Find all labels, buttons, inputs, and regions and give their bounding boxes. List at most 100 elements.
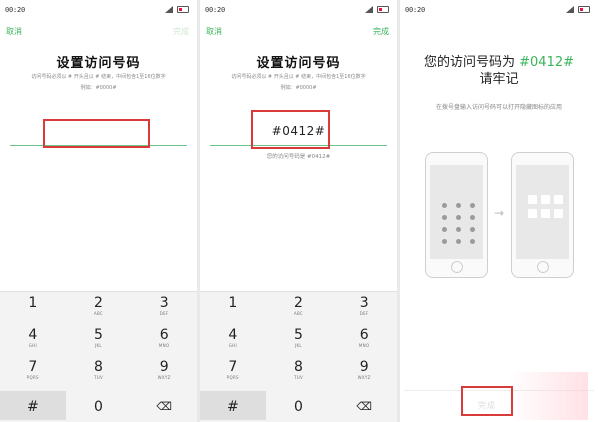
result-code: #0412# xyxy=(519,55,575,70)
key-0[interactable]: 0 xyxy=(266,391,332,420)
result-title-prefix: 您的访问号码为 xyxy=(423,55,515,70)
key-digit: 5 xyxy=(94,327,103,343)
key-5[interactable]: 5 JKL xyxy=(266,327,332,357)
key-letters xyxy=(200,311,266,316)
key-1[interactable]: 1 xyxy=(0,295,66,325)
key-digit: 4 xyxy=(228,327,238,343)
app-tile-icon xyxy=(541,195,550,204)
backspace-icon: ⌫ xyxy=(356,400,372,413)
backspace-icon: ⌫ xyxy=(156,400,172,413)
code-input-field[interactable] xyxy=(251,110,330,149)
battery-level xyxy=(580,8,583,11)
key-letters: TUV xyxy=(293,375,303,380)
key-4[interactable]: 4 GHI xyxy=(0,327,66,357)
key-letters: TUV xyxy=(93,375,103,380)
phone-screen xyxy=(430,165,483,259)
dial-dot xyxy=(470,227,475,232)
key-6[interactable]: 6 MNO xyxy=(331,327,397,357)
status-time: 00:20 xyxy=(405,6,426,14)
key-0[interactable]: 0 xyxy=(66,391,132,420)
status-time: 00:20 xyxy=(205,6,226,14)
status-bar: 00:20 xyxy=(0,0,197,20)
app-tile-icon xyxy=(528,209,537,218)
key-letters: JKL xyxy=(295,343,302,348)
watermark-fade xyxy=(508,372,588,420)
key-digit: 1 xyxy=(28,295,38,311)
key-9[interactable]: 9 WXYZ xyxy=(331,359,397,389)
key-digit: 0 xyxy=(94,399,103,415)
screen-code-confirmed: 00:20 您的访问号码为 #0412# 请牢记 在拨号盘输入访问号码可以打开隐… xyxy=(400,0,598,422)
key-8[interactable]: 8 TUV xyxy=(66,359,132,389)
signal-icon xyxy=(165,6,173,13)
code-input-field[interactable] xyxy=(43,119,150,148)
dial-keypad: 1 2 ABC 3 DEF 4 GHI 5 JKL 6 MNO 7 PQRS 8 TUV 9 WXYZ #0 ⌫ xyxy=(0,291,197,422)
key-letters xyxy=(0,311,66,316)
key-5[interactable]: 5 JKL xyxy=(66,327,132,357)
key-digit: # xyxy=(26,399,39,415)
key-digit: # xyxy=(226,399,239,415)
status-icons xyxy=(165,5,191,14)
key-letters: ABC xyxy=(93,311,104,316)
dial-dot xyxy=(442,215,447,220)
cancel-button[interactable]: 取消 xyxy=(6,26,22,37)
backspace-key[interactable]: ⌫ xyxy=(131,391,197,420)
key-2[interactable]: 2 ABC xyxy=(266,295,332,325)
dial-dot xyxy=(442,227,447,232)
dial-dot xyxy=(456,227,461,232)
key-digit: 9 xyxy=(359,359,369,375)
dial-dot xyxy=(442,239,447,244)
dial-keypad: 1 2 ABC 3 DEF 4 GHI 5 JKL 6 MNO 7 PQRS 8 TUV 9 WXYZ #0 ⌫ xyxy=(200,291,397,422)
key-1[interactable]: 1 xyxy=(200,295,266,325)
key-digit: 6 xyxy=(359,327,369,343)
done-button[interactable]: 完成 xyxy=(173,26,189,37)
key-letters: MNO xyxy=(158,343,170,348)
result-title: 您的访问号码为 #0412# xyxy=(400,54,598,71)
key-hash[interactable]: # xyxy=(0,391,66,420)
dial-dot xyxy=(470,215,475,220)
key-letters: WXYZ xyxy=(157,375,171,380)
key-letters: DEF xyxy=(359,311,369,316)
phone-dialpad-illustration xyxy=(425,152,488,278)
key-letters: WXYZ xyxy=(357,375,371,380)
signal-icon xyxy=(365,6,373,13)
status-time: 00:20 xyxy=(5,6,26,14)
page-title: 设置访问号码 xyxy=(256,56,341,71)
dial-dot xyxy=(456,203,461,208)
done-highlight-box xyxy=(461,386,513,416)
key-digit: 5 xyxy=(294,327,303,343)
cancel-button[interactable]: 取消 xyxy=(206,26,222,37)
key-3[interactable]: 3 DEF xyxy=(331,295,397,325)
key-7[interactable]: 7 PQRS xyxy=(200,359,266,389)
key-letters: PQRS xyxy=(226,375,239,380)
phone-screen xyxy=(516,165,569,259)
key-7[interactable]: 7 PQRS xyxy=(0,359,66,389)
key-3[interactable]: 3 DEF xyxy=(131,295,197,325)
example-hint: 例如：#0000# xyxy=(80,85,117,91)
key-letters: PQRS xyxy=(26,375,39,380)
key-letters: DEF xyxy=(159,311,169,316)
key-digit: 1 xyxy=(228,295,238,311)
signal-icon xyxy=(566,6,574,13)
app-tile-icon xyxy=(554,209,563,218)
phone-apps-illustration xyxy=(511,152,574,278)
format-hint: 访问号码必须以 # 开头且以 # 结束，中间包含1至16位数字 xyxy=(31,74,166,80)
status-bar: 00:20 xyxy=(200,0,397,20)
key-hash[interactable]: # xyxy=(200,391,266,420)
dial-dot xyxy=(456,239,461,244)
key-digit: 3 xyxy=(159,295,169,311)
key-8[interactable]: 8 TUV xyxy=(266,359,332,389)
dial-dot xyxy=(470,203,475,208)
key-9[interactable]: 9 WXYZ xyxy=(131,359,197,389)
key-6[interactable]: 6 MNO xyxy=(131,327,197,357)
key-digit: 9 xyxy=(159,359,169,375)
key-digit: 7 xyxy=(228,359,238,375)
key-letters: GHI xyxy=(228,343,237,348)
key-digit: 8 xyxy=(94,359,103,375)
key-4[interactable]: 4 GHI xyxy=(200,327,266,357)
key-digit: 2 xyxy=(94,295,103,311)
status-icons xyxy=(566,5,592,14)
done-button[interactable]: 完成 xyxy=(373,26,389,37)
backspace-key[interactable]: ⌫ xyxy=(331,391,397,420)
key-2[interactable]: 2 ABC xyxy=(66,295,132,325)
action-bar: 取消 完成 xyxy=(200,20,397,44)
